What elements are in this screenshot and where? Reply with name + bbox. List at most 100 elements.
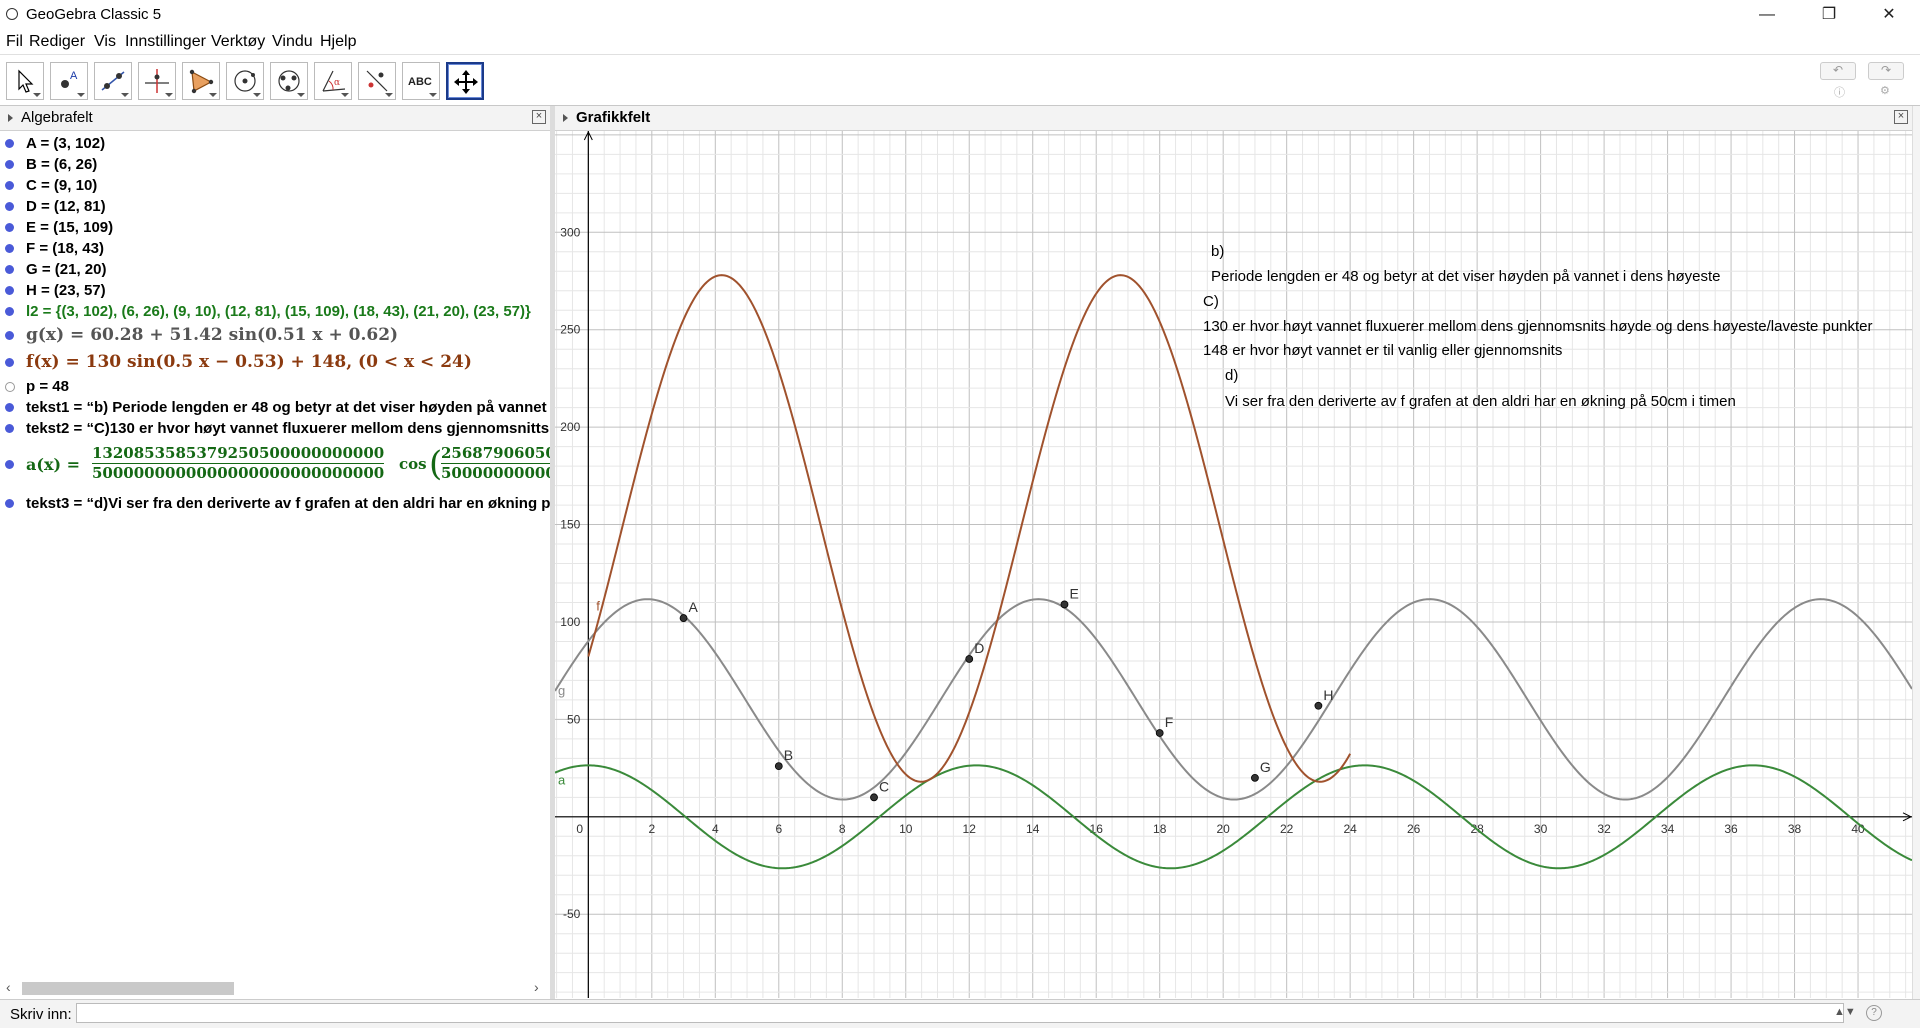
algebra-item-A[interactable]: A = (3, 102)	[0, 134, 550, 155]
algebra-view-title: Algebrafelt	[21, 109, 93, 126]
visibility-toggle[interactable]	[5, 265, 14, 274]
function-a-fraction: 1320853585379250500000000000 50000000000…	[92, 444, 385, 482]
text-d-body[interactable]: Vi ser fra den deriverte av f grafen at …	[1225, 393, 1736, 410]
close-algebra-view-icon[interactable]: ×	[532, 110, 546, 124]
y-tick-label: 300	[560, 225, 580, 239]
point-label-F: F	[1165, 714, 1174, 730]
input-help-icon[interactable]: ?	[1866, 1005, 1882, 1021]
menu-verktoy[interactable]: Verktøy	[211, 33, 265, 51]
circle-three-points-button[interactable]	[270, 62, 308, 100]
graphics-view[interactable]: 0 2 4 6 8 10 12 14 16 18 20 22 24 26 28 30 32 34 36 38 40 -50…	[555, 131, 1912, 998]
visibility-toggle[interactable]	[5, 307, 14, 316]
point-label-H: H	[1323, 687, 1333, 703]
expand-arrow-icon[interactable]	[563, 114, 568, 123]
visibility-toggle[interactable]	[5, 286, 14, 295]
function-g-curve	[555, 598, 1912, 801]
algebra-item-B[interactable]: B = (6, 26)	[0, 155, 550, 176]
x-tick-label: 26	[1407, 822, 1421, 836]
menu-rediger[interactable]: Rediger	[29, 33, 85, 51]
visibility-toggle[interactable]	[5, 460, 14, 469]
algebra-item-D[interactable]: D = (12, 81)	[0, 197, 550, 218]
visibility-toggle[interactable]	[5, 244, 14, 253]
visibility-toggle[interactable]	[5, 499, 14, 508]
text-c-line2[interactable]: 148 er hvor høyt vannet er til vanlig el…	[1203, 342, 1562, 359]
scroll-right-icon[interactable]: ›	[534, 979, 539, 995]
algebra-item-tekst1[interactable]: tekst1 = “b) Periode lengden er 48 og be…	[0, 398, 550, 419]
collapsed-panel-edge[interactable]	[1912, 106, 1920, 999]
geogebra-logo-icon	[6, 8, 18, 20]
algebra-horizontal-scrollbar[interactable]: ‹ ›	[0, 979, 550, 997]
algebra-item-f[interactable]: f(x) = 130 sin(0.5 x − 0.53) + 148, (0 <…	[0, 349, 550, 377]
menu-fil[interactable]: Fil	[6, 33, 23, 51]
help-small-icon[interactable]: ⓘ	[1834, 84, 1845, 100]
visibility-toggle[interactable]	[5, 382, 15, 392]
scrollbar-thumb[interactable]	[22, 982, 234, 995]
cursor-arrow-icon	[18, 69, 34, 93]
menu-hjelp[interactable]: Hjelp	[320, 33, 356, 51]
point-tool-button[interactable]: A	[50, 62, 88, 100]
menu-vis[interactable]: Vis	[94, 33, 116, 51]
reflect-tool-button[interactable]	[358, 62, 396, 100]
text-d-heading[interactable]: d)	[1225, 367, 1238, 384]
polygon-tool-button[interactable]	[182, 62, 220, 100]
algebra-item-C[interactable]: C = (9, 10)	[0, 176, 550, 197]
text-tool-button[interactable]: ABC	[402, 62, 440, 100]
visibility-toggle[interactable]	[5, 358, 14, 367]
visibility-toggle[interactable]	[5, 403, 14, 412]
algebra-item-tekst2[interactable]: tekst2 = “C)130 er hvor høyt vannet flux…	[0, 419, 550, 440]
x-tick-label: 34	[1661, 822, 1675, 836]
x-tick-label: 38	[1788, 822, 1802, 836]
visibility-toggle[interactable]	[5, 139, 14, 148]
x-tick-label: 20	[1217, 822, 1231, 836]
visibility-toggle[interactable]	[5, 202, 14, 211]
algebra-item-E[interactable]: E = (15, 109)	[0, 218, 550, 239]
undo-button[interactable]: ↶	[1820, 62, 1856, 80]
graphics-canvas[interactable]: 0 2 4 6 8 10 12 14 16 18 20 22 24 26 28 30 32 34 36 38 40-50…	[555, 131, 1912, 998]
line-tool-button[interactable]	[94, 62, 132, 100]
text-c-line1[interactable]: 130 er hvor høyt vannet fluxuerer mellom…	[1203, 318, 1873, 335]
menu-innstillinger[interactable]: Innstillinger	[125, 33, 206, 51]
x-tick-label: 0	[576, 822, 583, 836]
circle-tool-button[interactable]	[226, 62, 264, 100]
point-A	[679, 614, 688, 622]
y-tick-label: 250	[560, 323, 580, 337]
minimize-button[interactable]: —	[1744, 0, 1790, 30]
algebra-item-p[interactable]: p = 48	[0, 377, 550, 398]
reflect-icon	[366, 70, 388, 92]
algebra-item-G[interactable]: G = (21, 20)	[0, 260, 550, 281]
redo-button[interactable]: ↷	[1868, 62, 1904, 80]
text-b-heading[interactable]: b)	[1211, 243, 1224, 260]
visibility-toggle[interactable]	[5, 331, 14, 340]
grid	[555, 131, 1912, 998]
input-history-arrows-icon[interactable]: ▲▼	[1834, 1006, 1856, 1018]
visibility-toggle[interactable]	[5, 160, 14, 169]
text-c-heading[interactable]: C)	[1203, 293, 1219, 310]
close-window-button[interactable]: ✕	[1866, 0, 1912, 30]
visibility-toggle[interactable]	[5, 424, 14, 433]
settings-gear-icon[interactable]: ⚙	[1880, 84, 1890, 97]
move-graphics-view-button[interactable]	[446, 62, 484, 100]
algebra-item-H[interactable]: H = (23, 57)	[0, 281, 550, 302]
scroll-left-icon[interactable]: ‹	[6, 979, 11, 995]
algebra-item-F[interactable]: F = (18, 43)	[0, 239, 550, 260]
x-tick-label: 14	[1026, 822, 1040, 836]
expand-arrow-icon[interactable]	[8, 114, 13, 123]
text-b-body[interactable]: Periode lengden er 48 og betyr at det vi…	[1211, 268, 1721, 285]
angle-tool-button[interactable]: α	[314, 62, 352, 100]
visibility-toggle[interactable]	[5, 223, 14, 232]
close-graphics-view-icon[interactable]: ×	[1894, 110, 1908, 124]
title-bar: GeoGebra Classic 5 — ❐ ✕	[0, 0, 1920, 30]
algebra-item-l2[interactable]: l2 = {(3, 102), (6, 26), (9, 10), (12, 8…	[0, 302, 550, 323]
command-input[interactable]	[76, 1003, 1844, 1023]
perpendicular-tool-button[interactable]	[138, 62, 176, 100]
points: A B C D E F G H	[679, 585, 1334, 802]
algebra-item-tekst3[interactable]: tekst3 = “d)Vi ser fra den deriverte av …	[0, 494, 550, 515]
menu-vindu[interactable]: Vindu	[272, 33, 313, 51]
maximize-button[interactable]: ❐	[1806, 0, 1852, 30]
algebra-item-a[interactable]: a(x) = 1320853585379250500000000000 5000…	[0, 441, 550, 489]
move-tool-button[interactable]	[6, 62, 44, 100]
visibility-toggle[interactable]	[5, 181, 14, 190]
y-tick-label: 50	[567, 712, 581, 726]
algebra-item-g[interactable]: g(x) = 60.28 + 51.42 sin(0.51 x + 0.62)	[0, 323, 550, 349]
circle-three-points-icon	[278, 70, 300, 92]
